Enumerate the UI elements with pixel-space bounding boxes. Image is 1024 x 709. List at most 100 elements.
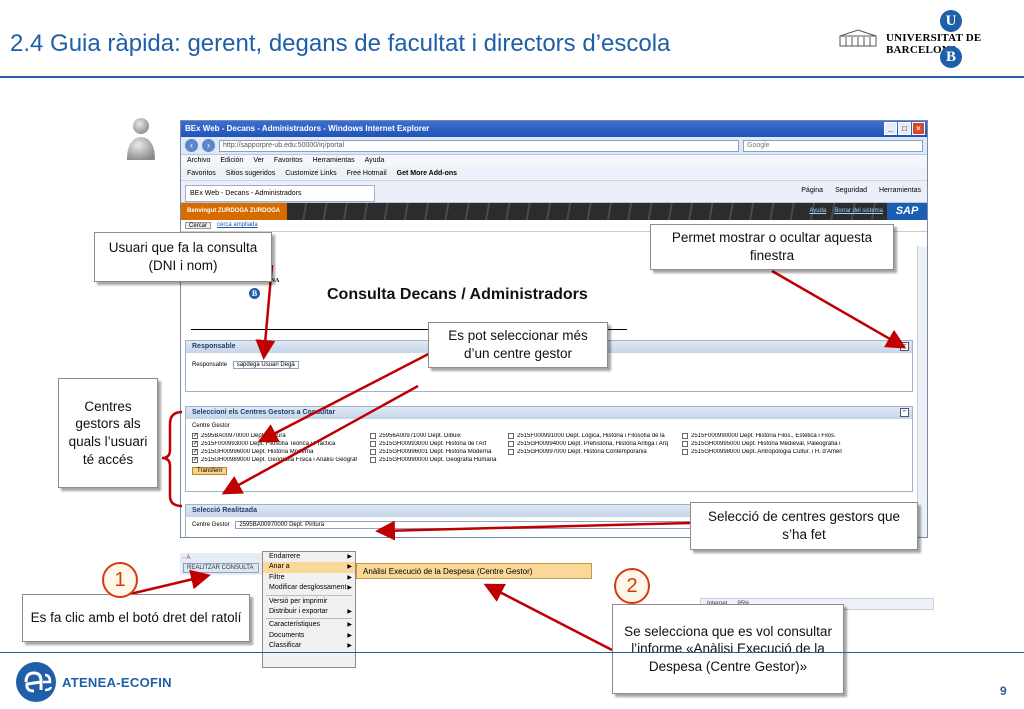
centre-option-label: 2515GH00996001 Dept. Història Moderna — [379, 449, 492, 455]
centre-option[interactable]: ✓ 2515GH00989000 Dept. Geografia Física i… — [192, 457, 370, 463]
sap-link-ayuda[interactable]: Ayuda — [809, 208, 826, 214]
context-menu-item[interactable]: Classificar ▶ — [263, 641, 355, 651]
context-menu-item-label: Modificar desglossament — [269, 584, 347, 592]
submenu-arrow-icon: ▶ — [347, 564, 352, 571]
seleccio-panel-title: Selecció Realitzada — [192, 507, 257, 514]
callout-seleccio: Selecció de centres gestors que s’ha fet — [690, 502, 918, 550]
context-menu-item[interactable]: Distribuir i exportar ▶ — [263, 607, 355, 617]
context-menu-item[interactable]: Modificar desglossament ▶ — [263, 583, 355, 593]
vertical-scrollbar[interactable] — [917, 246, 927, 537]
sap-link-logoff[interactable]: Borrar del sistema — [834, 208, 883, 214]
query-strip-label: - A — [183, 555, 191, 561]
context-menu-item[interactable]: Endarrere ▶ — [263, 552, 355, 562]
context-menu-item[interactable]: Anar a ▶ — [263, 562, 355, 573]
responsable-label: Responsable — [192, 362, 228, 368]
menu-favoritos[interactable]: Favoritos — [274, 157, 303, 165]
fav-hotmail[interactable]: Free Hotmail — [347, 170, 387, 177]
centre-option[interactable]: 2515GH00995000 Dept. Història Medieval, … — [682, 441, 842, 447]
centre-option-label: 2515F000990000 Dept. Història Filos., Es… — [691, 433, 836, 439]
inner-ub-letter-b: B — [249, 288, 260, 299]
centre-option[interactable]: 2515GH00998000 Dept. Antropologia Cultur… — [682, 449, 842, 455]
centre-option[interactable]: ✓ 2515GH00996000 Dept. Història Moderna — [192, 449, 370, 455]
menu-ver[interactable]: Ver — [253, 157, 264, 165]
collapse-icon[interactable]: – — [900, 342, 909, 351]
url-input[interactable]: http://sapporpre-ub.edu:50000/irj/portal — [219, 139, 739, 152]
ub-building-icon — [839, 29, 877, 47]
title-divider — [0, 76, 1024, 78]
fav-customize[interactable]: Customize Links — [285, 170, 336, 177]
centre-option-label: 25956A00971000 Dept. Dibuix — [379, 433, 461, 439]
checkbox-checked-icon[interactable]: ✓ — [192, 441, 198, 447]
arrow-clic — [129, 569, 211, 596]
collapse-icon[interactable]: – — [900, 408, 909, 417]
checkbox-checked-icon[interactable]: ✓ — [192, 449, 198, 455]
cercar-button[interactable]: Cercar — [185, 222, 212, 229]
ie-tab[interactable]: BEx Web - Decans - Administradors — [185, 185, 375, 202]
centre-option[interactable]: 2515GH00994000 Dept. Prehistòria, Històr… — [508, 441, 682, 447]
context-menu-item[interactable]: Versió per imprimir — [263, 597, 355, 607]
back-icon[interactable]: ‹ — [185, 139, 198, 152]
realitzar-consulta-button[interactable]: REALITZAR CONSULTA — [183, 563, 259, 573]
centre-option[interactable]: 2515GH00993000 Dept. Història de l'Art — [370, 441, 508, 447]
user-icon — [127, 118, 155, 160]
checkbox-icon[interactable] — [508, 449, 514, 455]
checkbox-icon[interactable] — [508, 441, 514, 447]
checkbox-icon[interactable] — [682, 449, 688, 455]
centre-gestor-label: Centre Gestor — [192, 423, 230, 429]
checkbox-icon[interactable] — [370, 457, 376, 463]
maximize-icon[interactable]: □ — [898, 122, 911, 135]
tool-seguridad[interactable]: Seguridad — [835, 187, 867, 194]
minimize-icon[interactable]: _ — [884, 122, 897, 135]
checkbox-icon[interactable] — [370, 441, 376, 447]
context-menu-item[interactable]: Filtre ▶ — [263, 573, 355, 583]
slide-title: 2.4 Guia ràpida: gerent, degans de facul… — [10, 30, 671, 57]
close-icon[interactable]: × — [912, 122, 925, 135]
menu-herramientas[interactable]: Herramientas — [313, 157, 355, 165]
step-1-badge: 1 — [102, 562, 138, 598]
context-menu-item[interactable]: Característiques ▶ — [263, 620, 355, 630]
centre-option-label: 2515F000993000 Dept. Filosofia Teòrica i… — [201, 441, 336, 447]
centre-option[interactable]: 25956A00971000 Dept. Dibuix — [370, 433, 508, 439]
responsable-field[interactable]: sapdega Usuari Degà — [232, 361, 299, 369]
checkbox-checked-icon[interactable]: ✓ — [192, 433, 198, 439]
tool-herramientas[interactable]: Herramientas — [879, 187, 921, 194]
centre-option[interactable]: ✓ 2515F000993000 Dept. Filosofia Teòrica … — [192, 441, 370, 447]
footer-divider — [0, 652, 1024, 653]
query-strip: - A REALITZAR CONSULTA — [180, 553, 262, 575]
fav-sitios[interactable]: Sitios sugeridos — [226, 170, 275, 177]
seleccio-field[interactable]: 2595BA00970000 Dept. Pintura — [235, 521, 756, 529]
fav-favoritos[interactable]: Favoritos — [187, 170, 216, 177]
centre-option[interactable]: 2515GH00997000 Dept. Història Contemporà… — [508, 449, 682, 455]
submenu-analisi-execucio[interactable]: Anàlisi Execució de la Despesa (Centre G… — [356, 563, 592, 579]
centre-option[interactable]: 2515F000991000 Dept. Lògica, Història i … — [508, 433, 682, 439]
cerca-ampliada-link[interactable]: cerca ampliada — [217, 222, 258, 229]
checkbox-icon[interactable] — [370, 449, 376, 455]
menu-ayuda[interactable]: Ayuda — [365, 157, 385, 165]
forward-icon[interactable]: › — [202, 139, 215, 152]
context-menu-item[interactable]: Documents ▶ — [263, 631, 355, 641]
centre-option[interactable]: 2515GH00996001 Dept. Història Moderna — [370, 449, 508, 455]
checkbox-icon[interactable] — [682, 433, 688, 439]
checkbox-icon[interactable] — [508, 433, 514, 439]
centres-panel: Seleccioni els Centres Gestors a Consult… — [185, 406, 913, 492]
transferir-button[interactable]: Transferir — [192, 467, 228, 475]
menu-edicion[interactable]: Edición — [220, 157, 243, 165]
centre-option[interactable]: ✓ 2595BA00970000 Dept. Pintura — [192, 433, 370, 439]
centre-option[interactable]: 2515GH00990000 Dept. Geografia Humana — [370, 457, 508, 463]
checkbox-icon[interactable] — [370, 433, 376, 439]
report-page: UNIVERSITAT DE BARCELONA U B Consulta De… — [181, 246, 927, 537]
fav-addons[interactable]: Get More Add-ons — [397, 170, 457, 177]
centre-option[interactable]: 2515F000990000 Dept. Història Filos., Es… — [682, 433, 842, 439]
search-input[interactable]: Google — [743, 139, 923, 152]
report-title: Consulta Decans / Administradors — [327, 286, 588, 303]
ie-title-bar: BEx Web - Decans - Administradors - Wind… — [181, 121, 927, 137]
submenu-arrow-icon: ▶ — [347, 632, 352, 639]
tool-pagina[interactable]: Página — [801, 187, 823, 194]
checkbox-icon[interactable] — [682, 441, 688, 447]
context-menu-item-label: Distribuir i exportar — [269, 607, 328, 615]
checkbox-checked-icon[interactable]: ✓ — [192, 457, 198, 463]
centre-option-label: 2515GH00997000 Dept. Història Contemporà… — [517, 449, 647, 455]
menu-archivo[interactable]: Archivo — [187, 157, 210, 165]
menu-separator — [266, 594, 352, 596]
context-menu-item-label: Característiques — [269, 621, 320, 629]
